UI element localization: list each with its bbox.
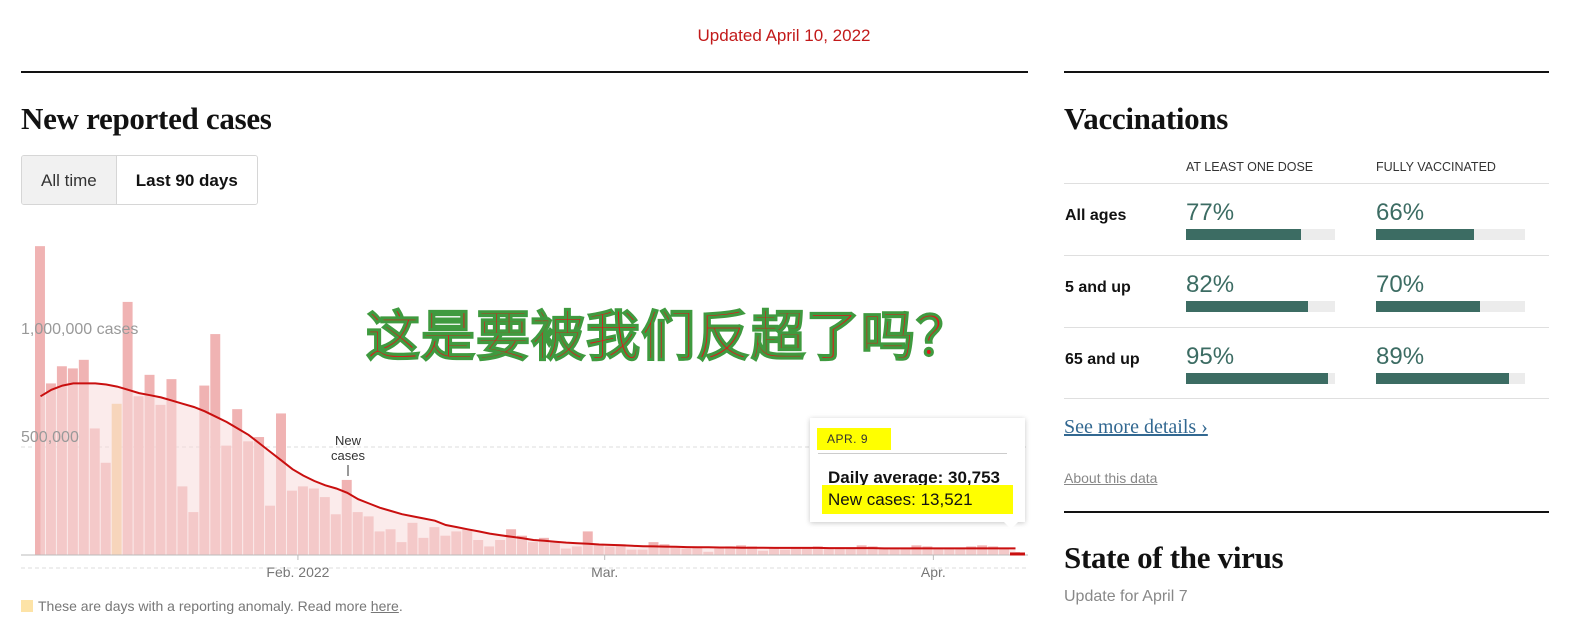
see-more-details-link[interactable]: See more details ›	[1064, 416, 1208, 439]
bar-fill	[1376, 301, 1481, 312]
state-of-virus-title: State of the virus	[1064, 540, 1284, 575]
section-rule	[1064, 71, 1549, 73]
column-header-one-dose: AT LEAST ONE DOSE	[1186, 160, 1314, 174]
vacc-row-label: All ages	[1065, 207, 1127, 224]
row-divider	[1064, 183, 1549, 184]
y-tick-label: 1,000,000 cases	[21, 321, 138, 338]
vacc-row-label: 5 and up	[1065, 279, 1131, 296]
vacc-full-bar	[1376, 301, 1525, 312]
section-rule	[21, 71, 1028, 73]
vaccinations-title: Vaccinations	[1064, 101, 1229, 136]
vacc-one-dose-bar	[1186, 301, 1335, 312]
tooltip-new-cases: New cases: 13,521	[822, 485, 1013, 514]
range-toggle: All time Last 90 days	[21, 155, 258, 205]
x-tick-label: Feb. 2022	[266, 564, 329, 580]
new-cases-annotation: New	[335, 433, 362, 448]
new-cases-annotation-2: cases	[331, 448, 365, 463]
x-tick-label: Apr.	[921, 564, 946, 580]
vacc-one-dose-bar	[1186, 373, 1335, 384]
chart-tooltip: APR. 9 Daily average: 30,753 New cases: …	[810, 418, 1025, 529]
vacc-full-pct: 70%	[1376, 271, 1425, 298]
bar-fill	[1186, 229, 1301, 240]
vacc-full-pct: 89%	[1376, 343, 1425, 370]
vacc-one-dose-bar	[1186, 229, 1335, 240]
anomaly-note: These are days with a reporting anomaly.…	[21, 598, 403, 614]
row-divider	[1064, 327, 1549, 328]
vacc-one-dose-pct: 82%	[1186, 271, 1235, 298]
anomaly-note-text: These are days with a reporting anomaly.…	[38, 598, 371, 614]
vacc-full-bar	[1376, 373, 1525, 384]
vacc-full-pct: 66%	[1376, 199, 1425, 226]
vacc-one-dose-pct: 77%	[1186, 199, 1235, 226]
cases-title: New reported cases	[21, 101, 272, 136]
tooltip-date: APR. 9	[817, 428, 892, 450]
about-this-data-link[interactable]: About this data	[1064, 470, 1157, 486]
cases-chart: Feb. 2022 Mar. Apr. 1,000,000 cases 500,00…	[21, 246, 1028, 580]
anomaly-swatch-icon	[21, 600, 33, 612]
tab-all-time[interactable]: All time	[22, 156, 117, 204]
bar-fill	[1186, 373, 1328, 384]
bar-fill	[1376, 229, 1475, 240]
tab-last-90-days[interactable]: Last 90 days	[116, 156, 257, 204]
section-rule	[1064, 511, 1549, 513]
x-tick-label: Mar.	[591, 564, 618, 580]
vacc-row-label: 65 and up	[1065, 351, 1140, 368]
tooltip-divider	[818, 453, 1007, 454]
row-divider	[1064, 398, 1549, 399]
overlay-caption: 这是要被我们反超了吗？	[365, 304, 971, 369]
updated-date: Updated April 10, 2022	[697, 26, 871, 45]
vacc-one-dose-pct: 95%	[1186, 343, 1235, 370]
vacc-full-bar	[1376, 229, 1525, 240]
tooltip-pointer	[1004, 522, 1018, 529]
bar-fill	[1186, 301, 1309, 312]
anomaly-note-end: .	[398, 598, 403, 614]
row-divider	[1064, 255, 1549, 256]
column-header-fully-vaccinated: FULLY VACCINATED	[1376, 160, 1496, 174]
bar-fill	[1376, 373, 1509, 384]
state-update-date: Update for April 7	[1064, 588, 1188, 605]
y-tick-label: 500,000	[21, 429, 79, 446]
anomaly-read-more-link[interactable]: here	[371, 598, 399, 614]
